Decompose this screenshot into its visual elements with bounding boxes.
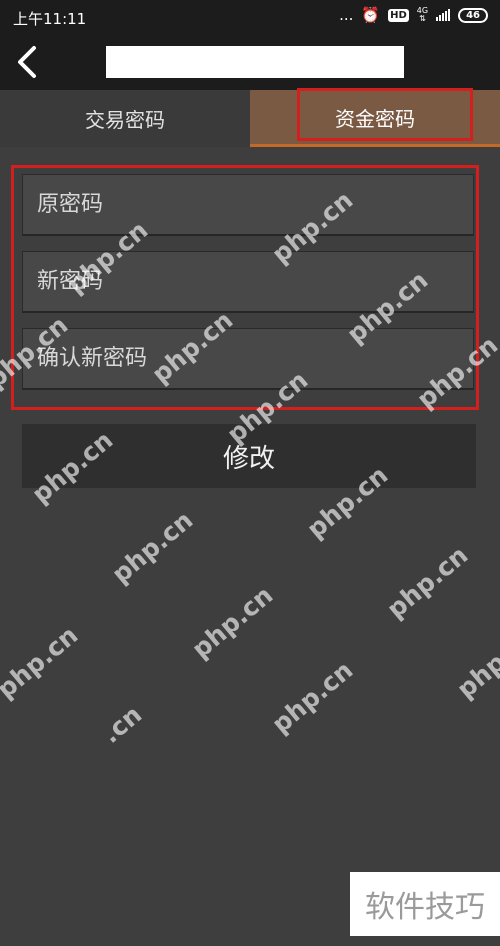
watermark: php.cn [186, 580, 279, 664]
more-dots-icon: ... [339, 6, 354, 24]
status-icons: ... ⏰ HD 4G ⇅ 46 [339, 6, 488, 24]
watermark: php.cn [0, 620, 84, 704]
watermark: php.cn [381, 540, 474, 624]
watermark: php.cn [451, 620, 500, 704]
modify-button[interactable]: 修改 [22, 424, 476, 488]
data-arrows-icon: ⇅ [419, 14, 426, 23]
chevron-left-icon [18, 46, 36, 78]
network-type-icon: 4G ⇅ [417, 7, 428, 23]
corner-watermark-badge: 软件技巧 [350, 872, 500, 936]
watermark: php.cn [266, 655, 359, 739]
status-bar: 上午11:11 ... ⏰ HD 4G ⇅ 46 [0, 0, 500, 34]
signal-icon [436, 9, 451, 21]
watermark: php.cn [106, 505, 199, 589]
confirm-password-field [22, 328, 474, 390]
confirm-password-input[interactable] [23, 329, 473, 388]
tab-trade-password[interactable]: 交易密码 [0, 90, 250, 147]
old-password-input[interactable] [23, 175, 473, 234]
old-password-field [22, 174, 474, 236]
watermark: .cn [96, 699, 148, 749]
tab-fund-password[interactable]: 资金密码 [250, 90, 500, 147]
top-bar [0, 34, 500, 90]
hd-icon: HD [388, 8, 409, 22]
tab-bar: 交易密码 资金密码 [0, 90, 500, 147]
new-password-field [22, 251, 474, 313]
back-button[interactable] [12, 42, 48, 82]
status-time: 上午11:11 [13, 10, 87, 28]
battery-icon: 46 [458, 7, 488, 23]
new-password-input[interactable] [23, 252, 473, 311]
alarm-clock-icon: ⏰ [361, 6, 381, 24]
page-title [106, 46, 404, 78]
